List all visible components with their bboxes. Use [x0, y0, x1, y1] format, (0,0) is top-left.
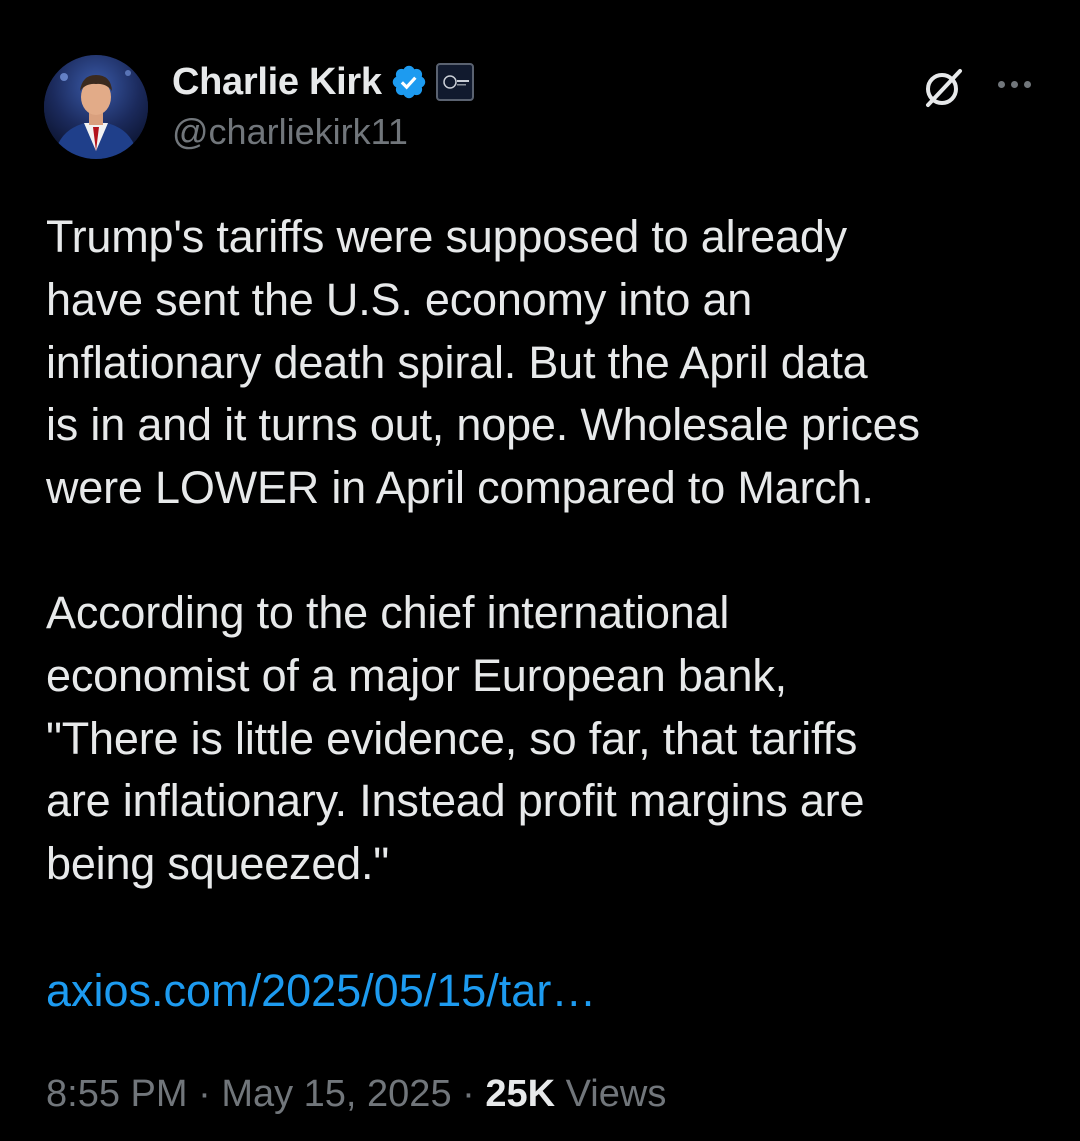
author-display-name[interactable]: Charlie Kirk: [172, 61, 382, 104]
author-name-row: Charlie Kirk: [172, 58, 474, 106]
grok-icon[interactable]: [920, 63, 968, 111]
more-options-icon[interactable]: [990, 66, 1038, 102]
views-label: Views: [555, 1073, 667, 1115]
organization-logo-icon[interactable]: [435, 63, 474, 101]
tweet-meta: 8:55 PM · May 15, 2025 · 25K Views: [46, 1068, 666, 1120]
verified-badge-icon[interactable]: [390, 63, 428, 101]
tweet-link[interactable]: axios.com/2025/05/15/tar…: [46, 960, 596, 1022]
tweet-detail: Charlie Kirk @charliekirk11 Trump's tari…: [0, 0, 1080, 1141]
tweet-time[interactable]: 8:55 PM: [46, 1073, 188, 1115]
tweet-date[interactable]: May 15, 2025: [221, 1073, 451, 1115]
tweet-text-paragraph-1: Trump's tariffs were supposed to already…: [46, 211, 920, 514]
views-count[interactable]: 25K: [485, 1073, 555, 1115]
tweet-text-paragraph-2: According to the chief international eco…: [46, 587, 865, 890]
author-avatar[interactable]: [44, 55, 148, 159]
meta-separator: ·: [187, 1073, 222, 1115]
author-handle[interactable]: @charliekirk11: [172, 111, 408, 153]
avatar-image: [44, 55, 148, 159]
meta-separator: ·: [451, 1073, 486, 1115]
